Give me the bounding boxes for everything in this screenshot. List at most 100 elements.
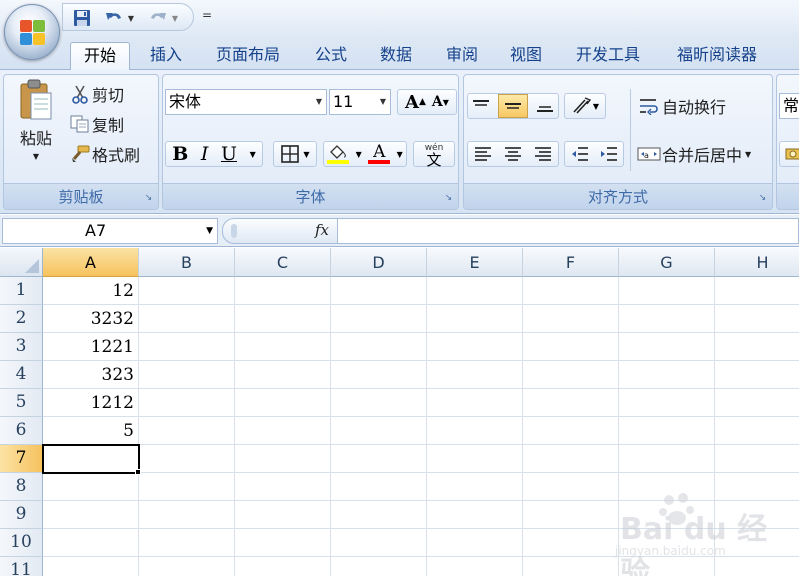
grow-font-button[interactable]: A <box>405 92 419 113</box>
format-painter-button[interactable]: 格式刷 <box>68 141 140 167</box>
cell-a6[interactable]: 5 <box>43 417 138 445</box>
column-header-h[interactable]: H <box>715 248 799 277</box>
increase-indent-icon[interactable] <box>599 146 619 162</box>
tab-developer[interactable]: 开发工具 <box>562 42 654 70</box>
borders-button[interactable]: ▼ <box>273 141 317 167</box>
row-header-6[interactable]: 6 <box>0 417 43 445</box>
row-header-2[interactable]: 2 <box>0 305 43 333</box>
cell-a2[interactable]: 3232 <box>43 305 138 333</box>
align-top-icon[interactable] <box>471 99 491 113</box>
redo-dropdown-icon[interactable]: ▼ <box>169 7 181 29</box>
tab-foxit-reader[interactable]: 福昕阅读器 <box>662 42 772 70</box>
office-button[interactable] <box>4 4 60 60</box>
redo-icon[interactable] <box>147 7 169 29</box>
accounting-format-button[interactable] <box>779 141 799 167</box>
column-header-c[interactable]: C <box>235 248 331 277</box>
font-dialog-launcher-icon[interactable]: ↘ <box>443 193 454 204</box>
row-header-7[interactable]: 7 <box>0 445 43 473</box>
tab-view[interactable]: 视图 <box>498 42 554 70</box>
align-right-icon[interactable] <box>533 146 553 162</box>
font-color-button[interactable]: A <box>368 144 391 164</box>
formula-bar-grip-icon[interactable] <box>231 224 237 238</box>
tab-insert[interactable]: 插入 <box>138 42 194 70</box>
row-header-1[interactable]: 1 <box>0 277 43 305</box>
tab-data[interactable]: 数据 <box>368 42 424 70</box>
bold-button[interactable]: B <box>172 143 188 165</box>
paint-bucket-icon <box>330 145 347 159</box>
cut-button[interactable]: 剪切 <box>68 81 124 107</box>
tab-formulas[interactable]: 公式 <box>304 42 358 70</box>
name-box-dropdown-icon[interactable]: ▼ <box>206 219 213 243</box>
cell-a3[interactable]: 1221 <box>43 333 138 361</box>
clipboard-group-label: 剪贴板 <box>4 183 158 209</box>
align-bottom-icon[interactable] <box>535 99 555 113</box>
align-middle-icon[interactable] <box>497 94 528 118</box>
copy-icon <box>68 115 92 133</box>
cell-a9[interactable] <box>43 501 138 529</box>
undo-dropdown-icon[interactable]: ▼ <box>125 7 137 29</box>
phonetic-guide-button[interactable]: wén 文 <box>413 141 455 168</box>
underline-dropdown-icon[interactable]: ▼ <box>250 150 256 159</box>
underline-button[interactable]: U <box>221 143 237 165</box>
cell-a8[interactable] <box>43 473 138 501</box>
font-group: 宋体 ▼ 11 ▼ A ▲ A ▼ B I U ▼ ▼ ▼ A ▼ wén 文 … <box>162 74 459 210</box>
font-color-dropdown-icon[interactable]: ▼ <box>397 150 403 159</box>
cell-a4[interactable]: 323 <box>43 361 138 389</box>
fill-color-dropdown-icon[interactable]: ▼ <box>356 150 362 159</box>
font-size-dropdown-icon[interactable]: ▼ <box>378 90 388 114</box>
number-format-combo[interactable]: 常 <box>779 93 799 119</box>
align-left-icon[interactable] <box>473 146 493 162</box>
cell-a1[interactable]: 12 <box>43 277 138 305</box>
paste-label: 粘贴 <box>19 129 52 148</box>
row-header-8[interactable]: 8 <box>0 473 43 501</box>
fill-handle[interactable] <box>135 469 141 475</box>
font-name-dropdown-icon[interactable]: ▼ <box>314 90 324 114</box>
borders-icon <box>280 144 300 164</box>
align-center-icon[interactable] <box>503 146 523 162</box>
tab-page-layout[interactable]: 页面布局 <box>204 42 292 70</box>
shrink-font-button[interactable]: A <box>432 94 443 110</box>
title-bar: ▼ ▼ = <box>0 0 799 36</box>
row-header-9[interactable]: 9 <box>0 501 43 529</box>
wrap-text-button[interactable]: 自动换行 <box>636 93 726 119</box>
save-icon[interactable] <box>71 7 93 29</box>
row-header-4[interactable]: 4 <box>0 361 43 389</box>
row-header-3[interactable]: 3 <box>0 333 43 361</box>
merge-center-label: 合并后居中 <box>662 146 743 165</box>
tab-review[interactable]: 审阅 <box>434 42 490 70</box>
row-header-11[interactable]: 11 <box>0 557 43 576</box>
column-header-g[interactable]: G <box>619 248 715 277</box>
name-box[interactable]: A7 ▼ <box>2 218 218 244</box>
font-name-combo[interactable]: 宋体 ▼ <box>165 89 327 115</box>
decrease-indent-icon[interactable] <box>570 146 590 162</box>
font-size-combo[interactable]: 11 ▼ <box>329 89 391 115</box>
merge-center-dropdown-icon[interactable]: ▼ <box>745 150 751 159</box>
row-header-10[interactable]: 10 <box>0 529 43 557</box>
orientation-button[interactable]: ▼ <box>564 93 606 119</box>
cell-a11[interactable] <box>43 557 138 576</box>
number-group: 常 <box>776 74 799 210</box>
italic-button[interactable]: I <box>201 143 209 165</box>
alignment-dialog-launcher-icon[interactable]: ↘ <box>757 193 768 204</box>
column-header-a[interactable]: A <box>43 248 139 277</box>
formula-input[interactable] <box>338 218 799 244</box>
vertical-align-buttons <box>467 93 559 119</box>
copy-button[interactable]: 复制 <box>68 111 124 137</box>
cut-label: 剪切 <box>92 86 125 105</box>
fill-color-button[interactable] <box>327 144 350 164</box>
column-header-f[interactable]: F <box>523 248 619 277</box>
insert-function-button[interactable]: fx <box>315 221 329 239</box>
paste-button[interactable]: 粘贴 ▼ <box>12 79 60 179</box>
row-header-5[interactable]: 5 <box>0 389 43 417</box>
cell-a10[interactable] <box>43 529 138 557</box>
column-header-e[interactable]: E <box>427 248 523 277</box>
select-all-corner[interactable] <box>0 248 43 277</box>
undo-icon[interactable] <box>103 7 125 29</box>
column-header-b[interactable]: B <box>139 248 235 277</box>
customize-qat-button[interactable]: = <box>200 8 214 24</box>
tab-home[interactable]: 开始 <box>70 42 130 70</box>
cell-a5[interactable]: 1212 <box>43 389 138 417</box>
merge-center-button[interactable]: a 合并后居中 ▼ <box>636 141 751 167</box>
column-header-d[interactable]: D <box>331 248 427 277</box>
clipboard-dialog-launcher-icon[interactable]: ↘ <box>143 193 154 204</box>
